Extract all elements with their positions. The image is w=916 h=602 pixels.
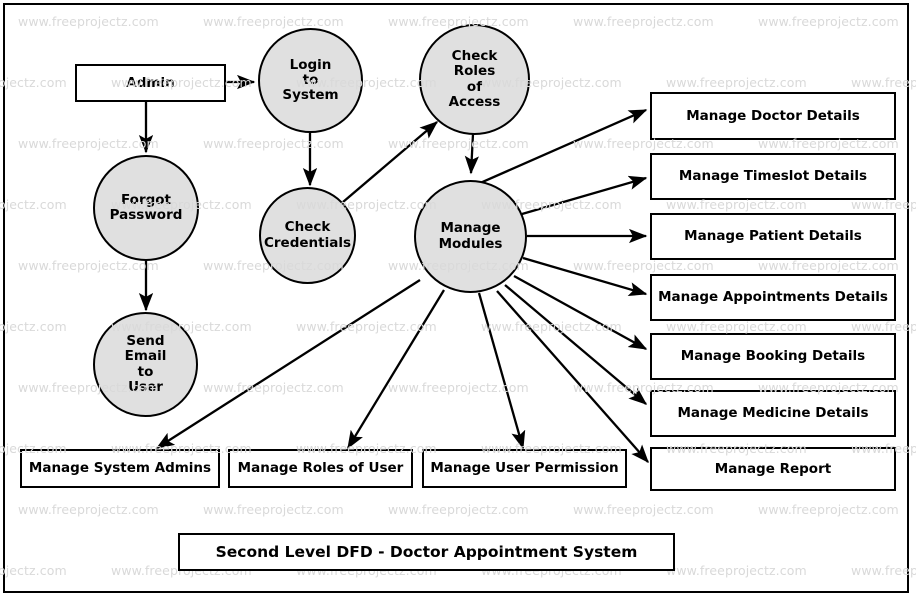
dfd-diagram-canvas: Admin Login to System Check Roles of Access F… [0, 0, 916, 602]
process-login-to-system-label: Login to System [282, 56, 339, 104]
flow-modules-to-manage-timeslot [521, 175, 648, 216]
flow-check-credentials-to-check-roles [342, 121, 439, 203]
entity-manage-timeslot-details-label: Manage Timeslot Details [678, 168, 868, 185]
entity-manage-medicine-details-label: Manage Medicine Details [677, 405, 869, 422]
flow-modules-to-manage-user-permission [477, 292, 526, 450]
flow-check-roles-to-manage-modules [464, 133, 479, 175]
diagram-title-label: Second Level DFD - Doctor Appointment Sy… [215, 543, 638, 561]
process-check-roles-of-access[interactable]: Check Roles of Access [419, 24, 530, 135]
process-check-roles-of-access-label: Check Roles of Access [448, 48, 501, 110]
process-check-credentials-label: Check Credentials [263, 219, 351, 251]
diagram-title-box: Second Level DFD - Doctor Appointment Sy… [178, 533, 675, 571]
flow-modules-to-manage-medicine [504, 284, 648, 405]
entity-admin-label: Admin [126, 74, 175, 91]
entity-manage-report[interactable]: Manage Report [650, 447, 896, 491]
entity-manage-roles-of-user[interactable]: Manage Roles of User [228, 449, 413, 488]
entity-manage-patient-details[interactable]: Manage Patient Details [650, 213, 896, 260]
entity-manage-doctor-details-label: Manage Doctor Details [686, 107, 860, 124]
process-check-credentials[interactable]: Check Credentials [259, 187, 356, 284]
flow-modules-to-manage-booking [513, 274, 648, 351]
process-send-email-to-user-label: Send Email to User [124, 333, 167, 395]
entity-manage-doctor-details[interactable]: Manage Doctor Details [650, 92, 896, 140]
entity-manage-system-admins-label: Manage System Admins [28, 460, 212, 477]
entity-manage-roles-of-user-label: Manage Roles of User [237, 460, 404, 477]
flow-modules-to-manage-appointments [522, 256, 648, 297]
entity-manage-booking-details[interactable]: Manage Booking Details [650, 333, 896, 380]
process-login-to-system[interactable]: Login to System [258, 28, 363, 133]
entity-manage-booking-details-label: Manage Booking Details [680, 348, 866, 365]
entity-admin[interactable]: Admin [75, 64, 226, 102]
process-manage-modules-label: Manage Modules [438, 220, 503, 252]
entity-manage-medicine-details[interactable]: Manage Medicine Details [650, 390, 896, 437]
entity-manage-system-admins[interactable]: Manage System Admins [20, 449, 220, 488]
flow-modules-to-manage-roles-of-user [347, 289, 445, 450]
entity-manage-appointments-details-label: Manage Appointments Details [658, 289, 888, 306]
entity-manage-appointments-details[interactable]: Manage Appointments Details [650, 274, 896, 321]
entity-manage-user-permission[interactable]: Manage User Permission [422, 449, 627, 488]
entity-manage-report-label: Manage Report [714, 460, 832, 477]
entity-manage-patient-details-label: Manage Patient Details [684, 228, 862, 245]
process-forgot-password[interactable]: Forgot Password [93, 155, 199, 261]
entity-manage-user-permission-label: Manage User Permission [430, 460, 619, 477]
process-manage-modules[interactable]: Manage Modules [414, 180, 527, 293]
process-send-email-to-user[interactable]: Send Email to User [93, 312, 198, 417]
process-forgot-password-label: Forgot Password [109, 191, 183, 223]
entity-manage-timeslot-details[interactable]: Manage Timeslot Details [650, 153, 896, 200]
